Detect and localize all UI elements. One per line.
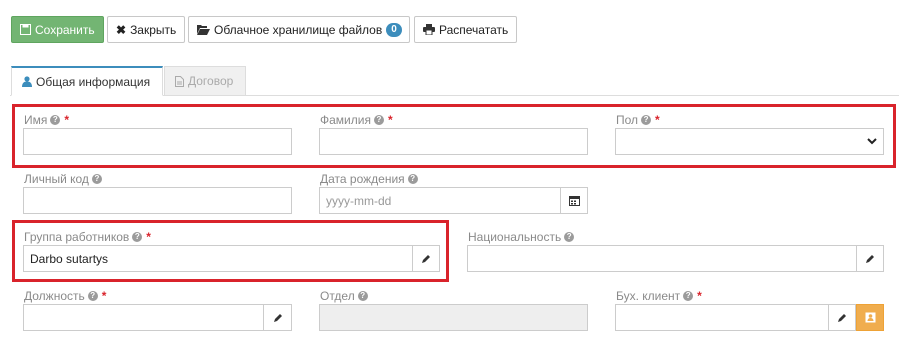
nationality-label-text: Национальность <box>468 230 562 244</box>
birth-date-label: Дата рождения ? <box>320 172 418 186</box>
help-icon[interactable]: ? <box>91 174 102 184</box>
department-label-text: Отдел <box>320 289 355 303</box>
calendar-button[interactable] <box>560 187 588 214</box>
pencil-icon <box>273 313 282 322</box>
close-button[interactable]: ✖ Закрыть <box>107 16 185 43</box>
accounting-client-input[interactable] <box>615 304 829 331</box>
position-edit-button[interactable] <box>263 304 292 331</box>
help-icon[interactable]: ? <box>564 232 575 242</box>
help-icon[interactable]: ? <box>407 174 418 184</box>
personal-code-label: Личный код ? <box>24 172 102 186</box>
employee-group-highlight <box>12 220 449 282</box>
user-icon <box>22 76 32 87</box>
tab-contract[interactable]: Договор <box>164 66 246 96</box>
contact-card-icon <box>865 312 875 323</box>
save-icon <box>20 24 31 35</box>
personal-code-input[interactable] <box>23 187 292 214</box>
file-count-badge: 0 <box>386 22 402 37</box>
save-button-label: Сохранить <box>35 22 95 37</box>
department-label: Отдел ? <box>320 289 368 303</box>
required-marker: * <box>101 289 107 303</box>
required-marker: * <box>697 289 702 303</box>
accounting-client-label: Бух. клиент ? * <box>616 289 702 303</box>
pencil-icon <box>838 313 846 322</box>
help-icon[interactable]: ? <box>683 291 694 301</box>
nationality-input[interactable] <box>467 245 857 272</box>
position-input[interactable] <box>23 304 264 331</box>
nationality-edit-button[interactable] <box>856 245 884 272</box>
print-icon <box>423 24 435 35</box>
position-label: Должность ? * <box>24 289 106 303</box>
help-icon[interactable]: ? <box>87 291 98 301</box>
cloud-storage-label: Облачное хранилище файлов <box>214 22 383 37</box>
accounting-client-edit-button[interactable] <box>828 304 856 331</box>
required-fields-highlight <box>12 104 896 168</box>
close-icon: ✖ <box>116 22 127 37</box>
print-button-label: Распечатать <box>439 22 509 37</box>
accounting-client-contact-button[interactable] <box>856 304 884 331</box>
pencil-icon <box>866 254 874 263</box>
birth-date-input[interactable]: yyyy-mm-dd <box>319 187 561 214</box>
tab-general-info[interactable]: Общая информация <box>11 66 163 96</box>
birth-date-placeholder: yyyy-mm-dd <box>326 193 392 208</box>
birth-date-label-text: Дата рождения <box>320 172 405 186</box>
nationality-label: Национальность ? <box>468 230 575 244</box>
help-icon[interactable]: ? <box>357 291 368 301</box>
print-button[interactable]: Распечатать <box>414 16 517 43</box>
personal-code-label-text: Личный код <box>24 172 89 186</box>
position-label-text: Должность <box>24 289 85 303</box>
calendar-icon <box>568 196 580 206</box>
close-button-label: Закрыть <box>130 22 177 37</box>
tab-contract-label: Договор <box>188 74 234 88</box>
accounting-client-label-text: Бух. клиент <box>616 289 681 303</box>
save-button[interactable]: Сохранить <box>11 16 104 43</box>
cloud-storage-button[interactable]: Облачное хранилище файлов 0 <box>188 16 410 43</box>
tab-general-label: Общая информация <box>36 74 151 89</box>
folder-open-icon <box>197 25 210 35</box>
department-input <box>319 304 588 331</box>
document-icon <box>175 75 184 87</box>
